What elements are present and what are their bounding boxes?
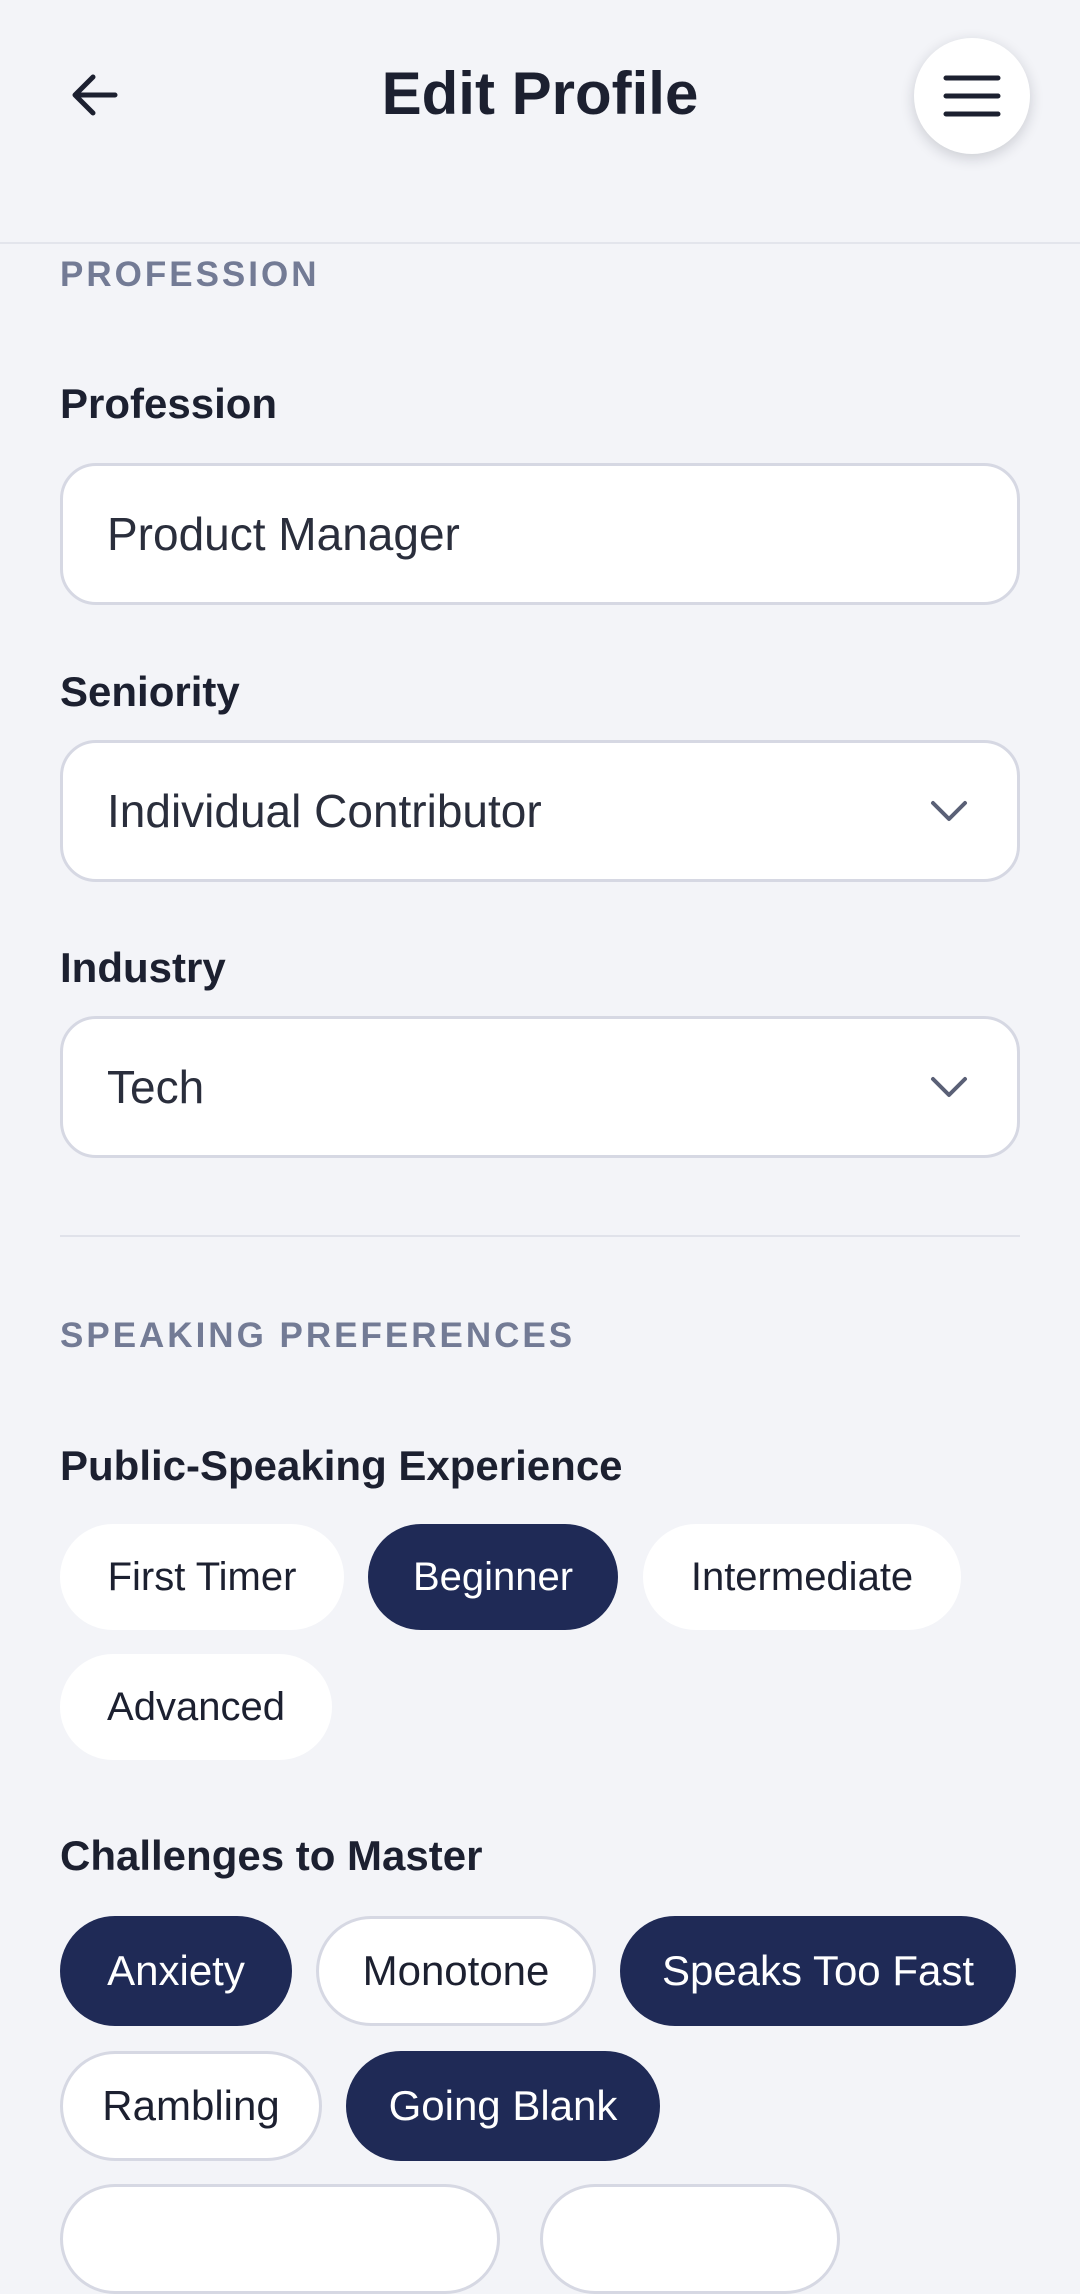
chip-challenge-partial[interactable] xyxy=(60,2184,500,2294)
seniority-label: Seniority xyxy=(60,668,240,715)
chip-experience-intermediate[interactable]: Intermediate xyxy=(643,1524,961,1630)
industry-value: Tech xyxy=(107,1061,205,1113)
seniority-select[interactable]: Individual Contributor xyxy=(60,740,1020,882)
chip-experience-first-timer[interactable]: First Timer xyxy=(60,1524,344,1630)
industry-label: Industry xyxy=(60,944,226,991)
experience-label: Public-Speaking Experience xyxy=(60,1442,623,1489)
section-divider xyxy=(60,1235,1020,1237)
chip-challenge-speaks-too-fast[interactable]: Speaks Too Fast xyxy=(620,1916,1016,2026)
industry-select[interactable]: Tech xyxy=(60,1016,1020,1158)
header: Edit Profile xyxy=(0,0,1080,244)
chip-experience-beginner[interactable]: Beginner xyxy=(368,1524,618,1630)
section-label-speaking-preferences: SPEAKING PREFERENCES xyxy=(60,1316,576,1355)
chip-challenge-going-blank[interactable]: Going Blank xyxy=(346,2051,660,2161)
chip-challenge-monotone[interactable]: Monotone xyxy=(316,1916,596,2026)
chevron-down-icon xyxy=(931,801,967,821)
chip-challenge-partial[interactable] xyxy=(540,2184,840,2294)
section-label-profession: PROFESSION xyxy=(60,255,320,294)
hamburger-menu-icon xyxy=(943,75,1001,117)
chip-experience-advanced[interactable]: Advanced xyxy=(60,1654,332,1760)
profession-field[interactable]: Product Manager xyxy=(60,463,1020,605)
chip-challenge-anxiety[interactable]: Anxiety xyxy=(60,1916,292,2026)
menu-button[interactable] xyxy=(914,38,1030,154)
seniority-value: Individual Contributor xyxy=(107,785,542,837)
chip-challenge-rambling[interactable]: Rambling xyxy=(60,2051,322,2161)
challenges-label: Challenges to Master xyxy=(60,1832,483,1879)
profession-label: Profession xyxy=(60,380,278,427)
profession-value: Product Manager xyxy=(107,508,460,560)
chevron-down-icon xyxy=(931,1077,967,1097)
